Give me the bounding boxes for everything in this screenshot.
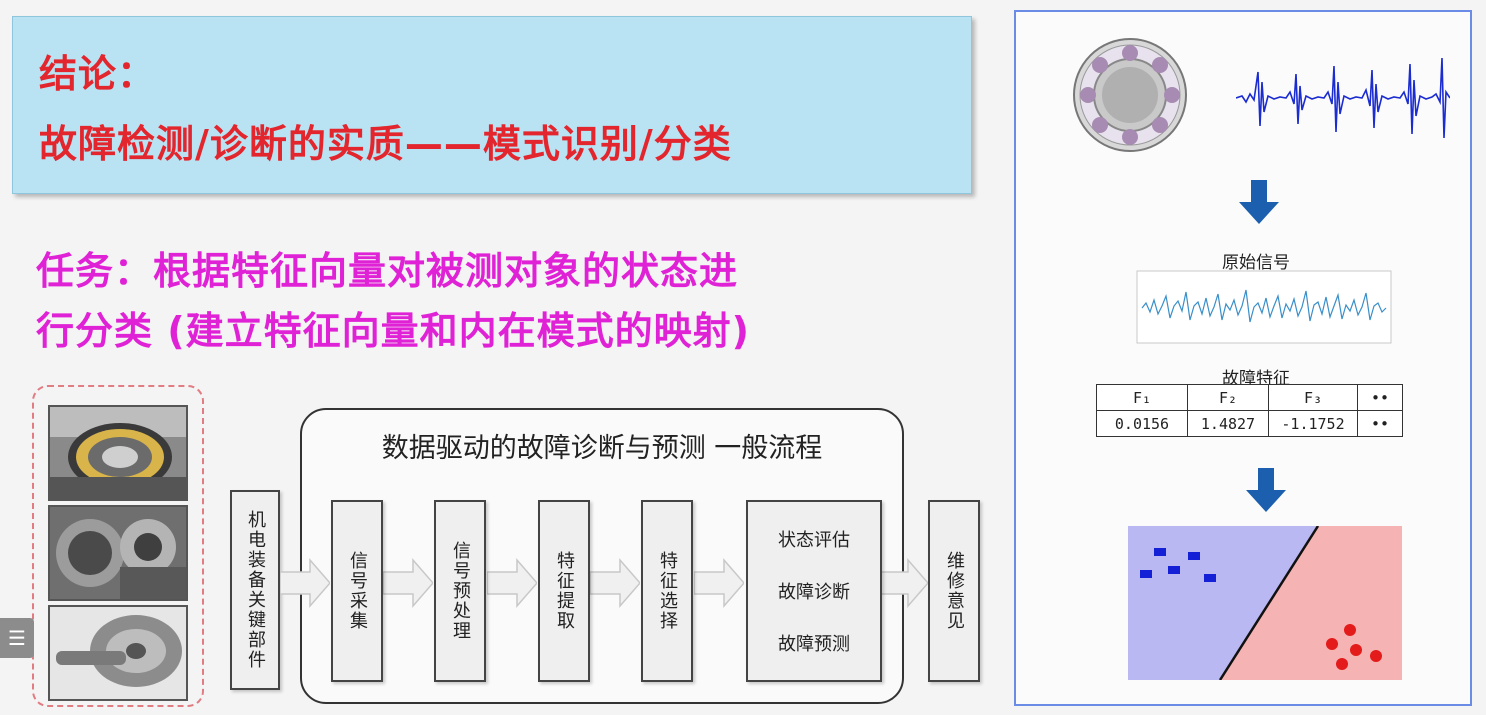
feature-value-f3: -1.1752: [1268, 410, 1358, 437]
class-b-point: [1344, 624, 1356, 636]
task-line-2: 行分类 (建立特征向量和内在模式的映射): [36, 309, 750, 353]
conclusion-box: 结论： 故障检测/诊断的实质——模式识别/分类: [12, 16, 972, 194]
feature-value-more: ••: [1357, 410, 1403, 437]
bearing-icon: [1073, 38, 1187, 152]
class-a-point: [1154, 548, 1166, 556]
feature-header-more: ••: [1357, 384, 1403, 411]
bearing-housing-image: [48, 405, 188, 501]
class-b-point: [1370, 650, 1382, 662]
flow-arrow-icon: [694, 558, 744, 608]
down-arrow-icon: [1246, 468, 1286, 512]
task-line-1: 任务：根据特征向量对被测对象的状态进: [36, 249, 739, 293]
fault-feature-table: F₁ F₂ F₃ •• 0.0156 1.4827 -1.1752 ••: [1096, 384, 1403, 437]
bevel-gear-image: [48, 605, 188, 701]
parts-image-frame: [32, 385, 204, 707]
flow-step-signal-acquisition: 信号采集: [331, 500, 383, 682]
gearbox-image: [48, 505, 188, 601]
feature-value-f1: 0.0156: [1096, 410, 1188, 437]
flow-step-label: 信号采集: [347, 551, 368, 631]
flow-arrow-icon: [878, 558, 928, 608]
flow-arrow-icon: [590, 558, 640, 608]
class-a-point: [1204, 574, 1216, 582]
flow-step-feature-extraction: 特征提取: [538, 500, 590, 682]
feature-header-f2: F₂: [1187, 384, 1269, 411]
flow-step-label: 信号预处理: [450, 541, 471, 641]
flow-arrow-icon: [280, 558, 330, 608]
class-a-point: [1140, 570, 1152, 578]
output-maintenance-label: 维修意见: [944, 551, 965, 631]
outcome-fault-prediction: 故障预测: [778, 634, 850, 655]
outcome-state-assessment: 状态评估: [778, 530, 850, 551]
raw-signal-plot: [1136, 270, 1392, 344]
sidebar-toggle-button[interactable]: ☰: [0, 618, 34, 658]
input-component-label: 机电装备关键部件: [245, 510, 266, 670]
vibration-waveform-icon: [1236, 57, 1450, 139]
flow-outcomes-box: 状态评估 故障诊断 故障预测: [746, 500, 882, 682]
flow-title: 数据驱动的故障诊断与预测 一般流程: [381, 433, 823, 464]
flow-arrow-icon: [383, 558, 433, 608]
feature-header-f1: F₁: [1096, 384, 1188, 411]
flow-arrow-icon: [487, 558, 537, 608]
feature-header-f3: F₃: [1268, 384, 1358, 411]
table-row: 0.0156 1.4827 -1.1752 ••: [1096, 410, 1403, 437]
class-b-point: [1326, 638, 1338, 650]
class-a-point: [1168, 566, 1180, 574]
input-component-box: 机电装备关键部件: [230, 490, 280, 690]
outcome-fault-diagnosis: 故障诊断: [778, 582, 850, 603]
class-a-point: [1188, 552, 1200, 560]
flow-step-label: 特征选择: [657, 551, 678, 631]
table-row: F₁ F₂ F₃ ••: [1096, 384, 1403, 411]
down-arrow-icon: [1239, 180, 1279, 224]
flow-step-preprocessing: 信号预处理: [434, 500, 486, 682]
conclusion-statement: 故障检测/诊断的实质——模式识别/分类: [39, 122, 732, 166]
flow-step-label: 特征提取: [554, 551, 575, 631]
conclusion-heading: 结论：: [39, 52, 157, 96]
right-illustration-panel: 原始信号 故障特征 F₁ F₂ F₃ •• 0.0156 1.4827 -1.1…: [1014, 10, 1472, 706]
output-maintenance-box: 维修意见: [928, 500, 980, 682]
feature-value-f2: 1.4827: [1187, 410, 1269, 437]
flow-step-feature-selection: 特征选择: [641, 500, 693, 682]
classification-plot: [1128, 526, 1402, 680]
class-b-point: [1350, 644, 1362, 656]
class-b-point: [1336, 658, 1348, 670]
